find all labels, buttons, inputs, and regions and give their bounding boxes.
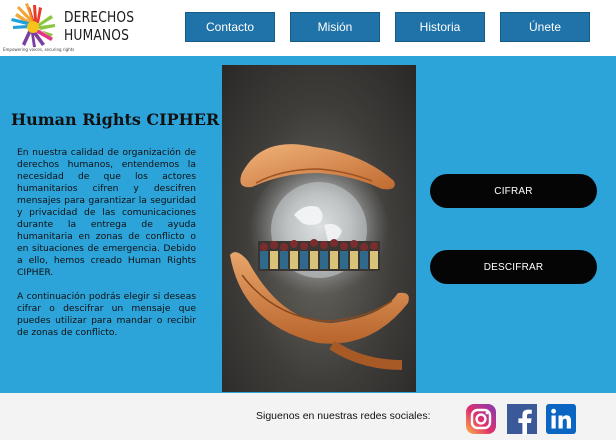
main-section: Human Rights CIPHER En nuestra calidad d… xyxy=(0,56,616,393)
hands-logo-icon[interactable] xyxy=(3,2,63,48)
logo-title[interactable]: DERECHOS HUMANOS xyxy=(64,8,134,44)
instagram-icon[interactable] xyxy=(465,403,497,435)
site-footer: Siguenos en nuestras redes sociales: xyxy=(0,393,616,440)
descifrar-button[interactable]: DESCIFRAR xyxy=(430,250,597,284)
hands-globe-illustration xyxy=(230,144,409,370)
page-title: Human Rights CIPHER xyxy=(11,110,220,129)
nav-contacto-button[interactable]: Contacto xyxy=(185,12,275,42)
cifrar-button[interactable]: CIFRAR xyxy=(430,174,597,208)
logo-line-1: DERECHOS xyxy=(64,8,135,26)
hero-illustration xyxy=(222,65,416,392)
site-header: DERECHOS HUMANOS Empowering voices, secu… xyxy=(0,0,616,56)
facebook-icon[interactable] xyxy=(506,403,538,435)
nav-unete-button[interactable]: Únete xyxy=(500,12,590,42)
linkedin-icon[interactable] xyxy=(545,403,577,435)
intro-paragraph-2: A continuación podrás elegir si deseas c… xyxy=(17,291,196,338)
nav-mision-button[interactable]: Misión xyxy=(290,12,380,42)
logo-line-2: HUMANOS xyxy=(64,26,130,44)
social-follow-text: Siguenos en nuestras redes sociales: xyxy=(256,410,431,422)
intro-paragraph-1: En nuestra calidad de organización de de… xyxy=(17,147,196,278)
intro-text: En nuestra calidad de organización de de… xyxy=(17,147,196,351)
nav-historia-button[interactable]: Historia xyxy=(395,12,485,42)
logo-tagline: Empowering voices, securing rights xyxy=(3,47,75,52)
